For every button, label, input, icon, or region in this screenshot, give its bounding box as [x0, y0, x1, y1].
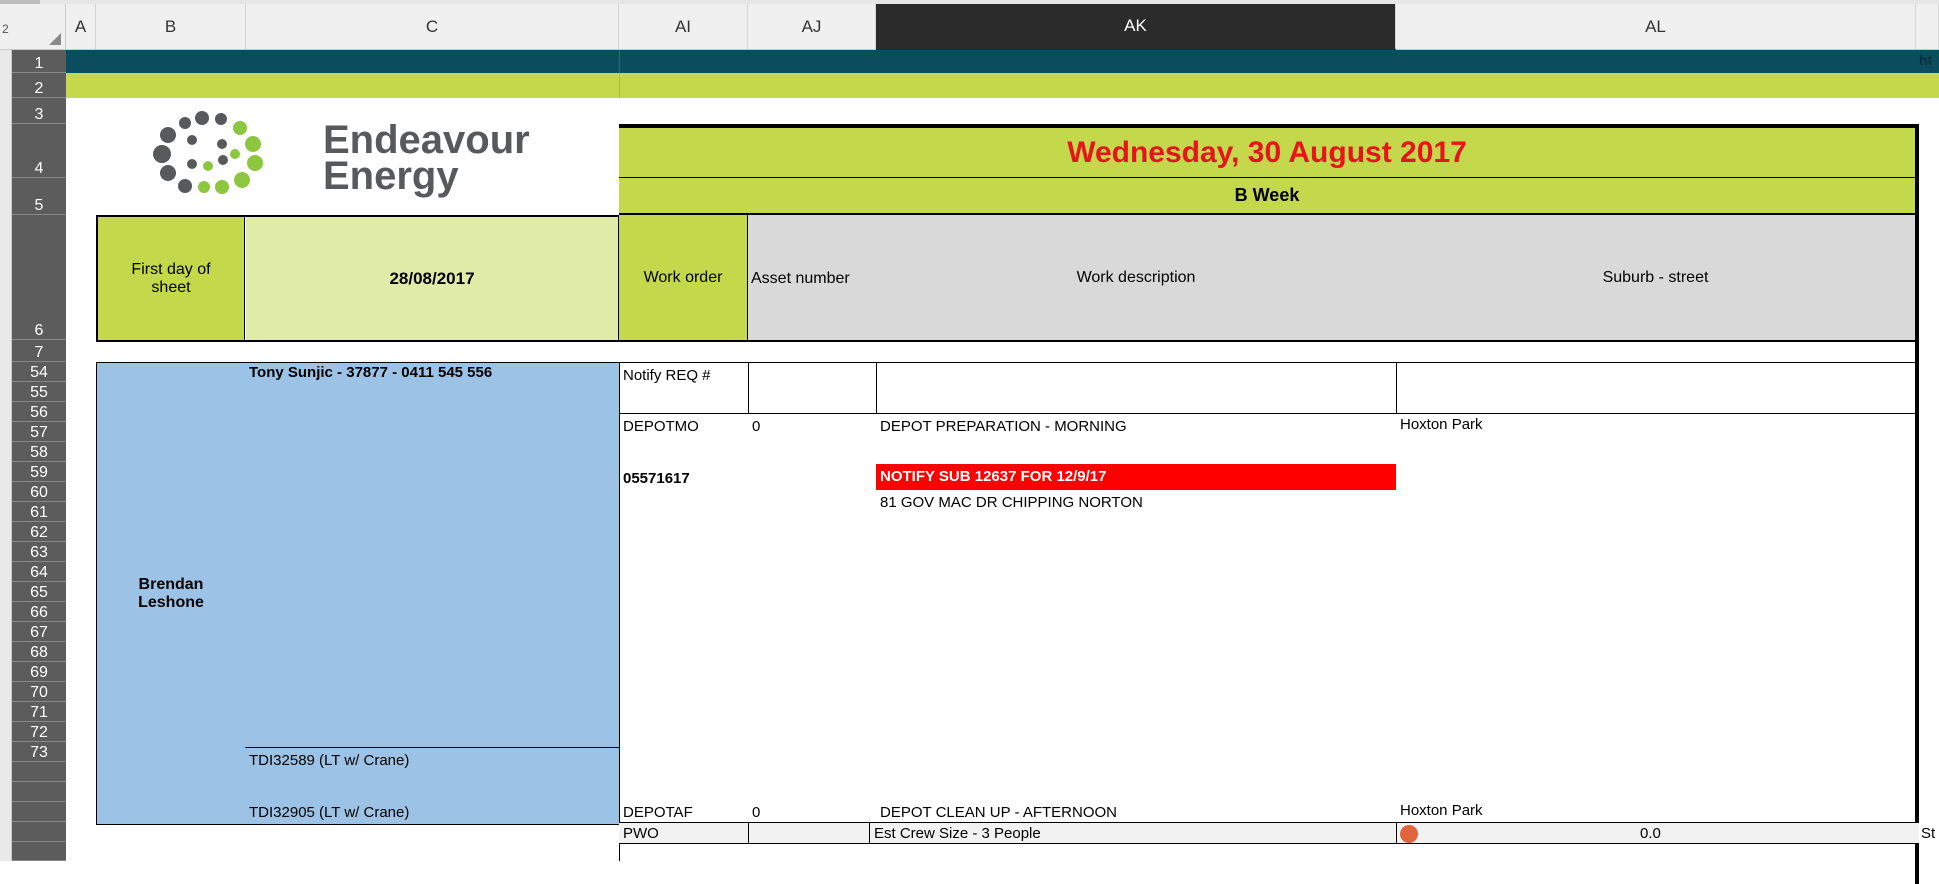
depot-afternoon-asset[interactable]: 0 — [752, 804, 760, 821]
row-header-5[interactable]: 5 — [12, 178, 66, 215]
lime-band-divider — [619, 73, 620, 98]
logo-text-line2: Energy — [323, 154, 459, 198]
row-header-77[interactable] — [12, 822, 66, 842]
column-header-b[interactable]: B — [96, 4, 246, 50]
depot-morning-suburb[interactable]: Hoxton Park — [1400, 416, 1483, 433]
company-logo: Endeavour Energy — [130, 104, 600, 204]
header-work-description: Work description — [1076, 268, 1196, 286]
select-all-triangle-icon — [49, 33, 61, 45]
row-header-78[interactable] — [12, 842, 66, 861]
row-header-62[interactable]: 62 — [12, 522, 66, 542]
teal-band-divider — [619, 50, 620, 73]
row-header-59[interactable]: 59 — [12, 462, 66, 482]
grid-line-left — [619, 362, 620, 861]
week-banner: B Week — [619, 178, 1915, 215]
row1-edge-text: ht — [1919, 52, 1933, 68]
right-thick-border — [1915, 124, 1919, 884]
pwo-grid-al — [1396, 823, 1397, 844]
depot-afternoon-wo[interactable]: DEPOTAF — [623, 804, 693, 821]
outline-level-2-button[interactable]: 2 — [2, 22, 9, 36]
column-header-aj[interactable]: AJ — [748, 4, 876, 50]
header-asset-number: Asset number — [751, 270, 850, 287]
row-header-55[interactable]: 55 — [12, 382, 66, 402]
crew-leader-name: Brendan Leshone — [138, 575, 204, 611]
pwo-edge-text: St — [1921, 825, 1936, 842]
column-header-al[interactable]: AL — [1396, 4, 1916, 50]
date-banner: Wednesday, 30 August 2017 — [619, 128, 1915, 178]
column-header-next[interactable] — [1916, 4, 1939, 50]
notify-req-cell[interactable]: Notify REQ # — [623, 366, 733, 386]
row-header-6[interactable]: 6 — [12, 215, 66, 340]
row-header-68[interactable]: 68 — [12, 642, 66, 662]
row-header-63[interactable]: 63 — [12, 542, 66, 562]
row-header-70[interactable]: 70 — [12, 682, 66, 702]
depot-morning-wo[interactable]: DEPOTMO — [623, 418, 699, 435]
row-header-60[interactable]: 60 — [12, 482, 66, 502]
depot-afternoon-suburb[interactable]: Hoxton Park — [1400, 802, 1483, 819]
row-header-4[interactable]: 4 — [12, 124, 66, 178]
job-work-order[interactable]: 05571617 — [623, 470, 690, 487]
grid-line-top — [619, 362, 1915, 363]
header-band-teal — [66, 50, 1939, 73]
row-header-67[interactable]: 67 — [12, 622, 66, 642]
row-header-65[interactable]: 65 — [12, 582, 66, 602]
header-bottom-border — [619, 340, 1915, 342]
row-header-64[interactable]: 64 — [12, 562, 66, 582]
row-header-58[interactable]: 58 — [12, 442, 66, 462]
depot-morning-asset[interactable]: 0 — [752, 418, 760, 435]
header-suburb-street: Suburb - street — [1602, 268, 1709, 286]
grid-line-aj — [748, 362, 749, 414]
pwo-row — [619, 823, 1919, 844]
pwo-grid-aj — [748, 823, 749, 844]
column-header-ak[interactable]: AK — [876, 4, 1396, 50]
status-dot-icon — [1400, 825, 1418, 843]
pwo-value[interactable]: 0.0 — [1640, 825, 1661, 842]
column-header-a[interactable]: A — [66, 4, 96, 50]
grid-line-notify — [619, 413, 1915, 414]
depot-afternoon-desc[interactable]: DEPOT CLEAN UP - AFTERNOON — [880, 804, 1117, 821]
row-header-71[interactable]: 71 — [12, 702, 66, 722]
row-header-2[interactable]: 2 — [12, 73, 66, 98]
crew-vehicle-1: TDI32589 (LT w/ Crane) — [249, 752, 410, 769]
row-header-57[interactable]: 57 — [12, 422, 66, 442]
row-header-69[interactable]: 69 — [12, 662, 66, 682]
job-notify-text[interactable]: NOTIFY SUB 12637 FOR 12/9/17 — [880, 468, 1107, 485]
crew-contact: Tony Sunjic - 37877 - 0411 545 556 — [249, 364, 493, 381]
row-header-72[interactable]: 72 — [12, 722, 66, 742]
column-header-c[interactable]: C — [246, 4, 619, 50]
row-header-73[interactable]: 73 — [12, 742, 66, 762]
logo-dots-icon — [153, 111, 263, 194]
crew-divider — [245, 747, 620, 748]
crew-vehicle-2: TDI32905 (LT w/ Crane) — [249, 804, 410, 821]
row-header-7[interactable]: 7 — [12, 340, 66, 362]
row-header-3[interactable]: 3 — [12, 98, 66, 124]
first-day-label: First day of sheet — [98, 217, 245, 340]
outline-level-bar — [0, 50, 12, 861]
column-header-ai[interactable]: AI — [619, 4, 748, 50]
job-address[interactable]: 81 GOV MAC DR CHIPPING NORTON — [880, 494, 1143, 511]
row-header-66[interactable]: 66 — [12, 602, 66, 622]
pwo-wo[interactable]: PWO — [623, 825, 659, 842]
row-header-76[interactable] — [12, 802, 66, 822]
grid-line-al — [1396, 362, 1397, 414]
select-all-corner[interactable]: 2 — [0, 4, 66, 50]
pwo-crew-size[interactable]: Est Crew Size - 3 People — [874, 825, 1041, 842]
header-band-lime — [66, 73, 1939, 98]
grid-line-ak — [876, 362, 877, 414]
header-work-order: Work order — [619, 215, 748, 340]
depot-morning-desc[interactable]: DEPOT PREPARATION - MORNING — [880, 418, 1127, 435]
row-header-1[interactable]: 1 — [12, 50, 66, 73]
first-day-value[interactable]: 28/08/2017 — [246, 217, 618, 340]
row-header-54[interactable]: 54 — [12, 362, 66, 382]
pwo-grid-ak — [869, 823, 870, 844]
row-header-56[interactable]: 56 — [12, 402, 66, 422]
row-header-74[interactable] — [12, 762, 66, 782]
row-header-75[interactable] — [12, 782, 66, 802]
row-header-61[interactable]: 61 — [12, 502, 66, 522]
